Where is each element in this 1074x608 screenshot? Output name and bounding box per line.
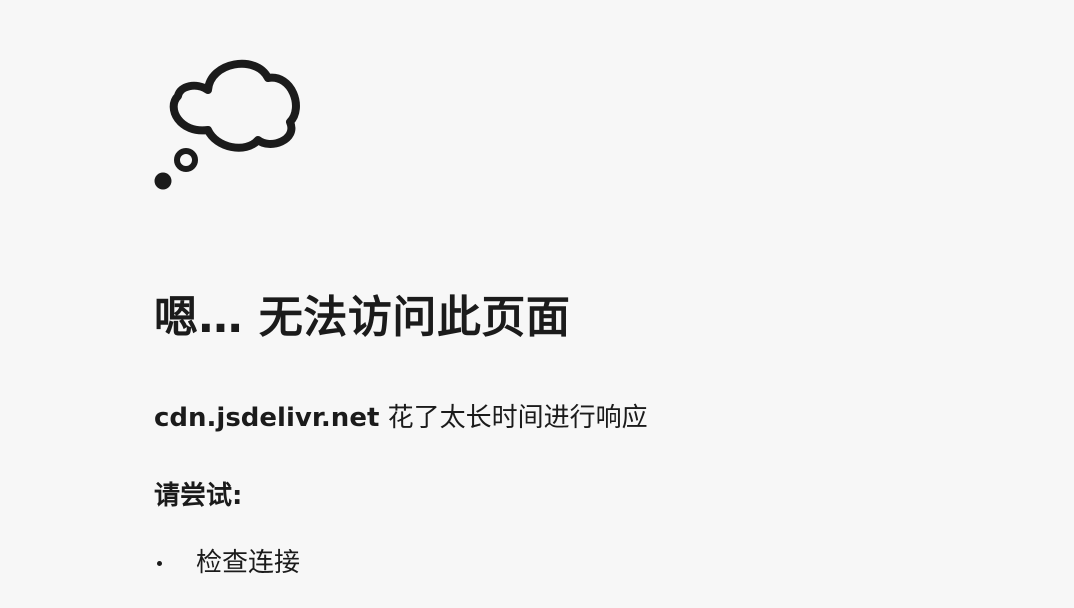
error-description: 花了太长时间进行响应 bbox=[379, 403, 648, 433]
error-message: cdn.jsdelivr.net 花了太长时间进行响应 bbox=[154, 400, 648, 436]
suggestion-item: 检查连接 bbox=[154, 545, 300, 581]
suggestion-list: 检查连接 bbox=[154, 545, 300, 581]
try-heading: 请尝试: bbox=[154, 481, 243, 511]
thought-cloud-icon bbox=[154, 59, 300, 190]
small-thought-bubble bbox=[174, 148, 198, 172]
tiny-thought-dot bbox=[154, 172, 172, 190]
host-name: cdn.jsdelivr.net bbox=[154, 403, 380, 433]
suggestion-label: 检查连接 bbox=[196, 548, 301, 578]
page-title: 嗯… 无法访问此页面 bbox=[154, 292, 571, 343]
bullet-icon bbox=[157, 560, 162, 566]
error-page: 嗯… 无法访问此页面 cdn.jsdelivr.net 花了太长时间进行响应 请… bbox=[0, 0, 1074, 608]
cloud-outline bbox=[169, 59, 300, 152]
